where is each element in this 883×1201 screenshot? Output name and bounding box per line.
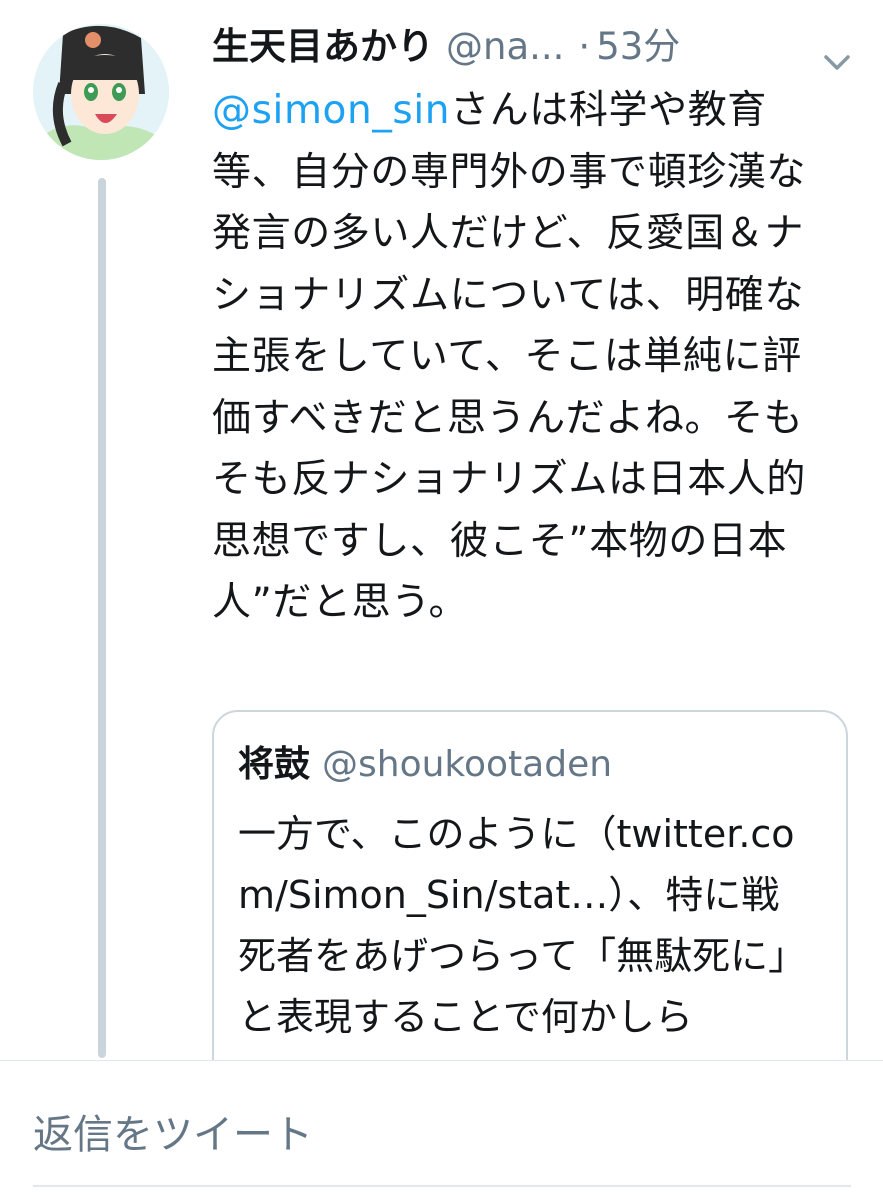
display-name[interactable]: 生天目あかり (212, 25, 434, 68)
chevron-down-icon[interactable] (822, 34, 852, 70)
reply-input[interactable]: 返信をツイート (33, 1095, 853, 1175)
mention-link[interactable]: @simon_sin (212, 88, 450, 133)
user-handle[interactable]: @na... (446, 25, 564, 68)
avatar[interactable] (33, 24, 169, 160)
thread-line (98, 178, 106, 1058)
reply-bar: 返信をツイート (0, 1060, 883, 1201)
timestamp[interactable]: 53分 (596, 25, 680, 68)
tweet-text: @simon_sinさんは科学や教育等、自分の専門外の事で頓珍漢な発言の多い人だ… (212, 80, 837, 634)
tweet-text-body: さんは科学や教育等、自分の専門外の事で頓珍漢な発言の多い人だけど、反愛国＆ナショ… (212, 88, 807, 625)
quoted-display-name: 将鼓 (238, 744, 311, 785)
tweet-header: 生天目あかり @na... · 53分 (212, 18, 852, 76)
separator-dot: · (578, 25, 591, 68)
reply-input-underline (33, 1185, 851, 1187)
quoted-user-handle: @shoukootaden (322, 744, 613, 785)
quoted-tweet-header: 将鼓 @shoukootaden (238, 740, 612, 790)
quoted-tweet-text: 一方で、このように（twitter.com/Simon_Sin/stat…）、特… (238, 812, 807, 1039)
avatar-image (33, 24, 169, 160)
